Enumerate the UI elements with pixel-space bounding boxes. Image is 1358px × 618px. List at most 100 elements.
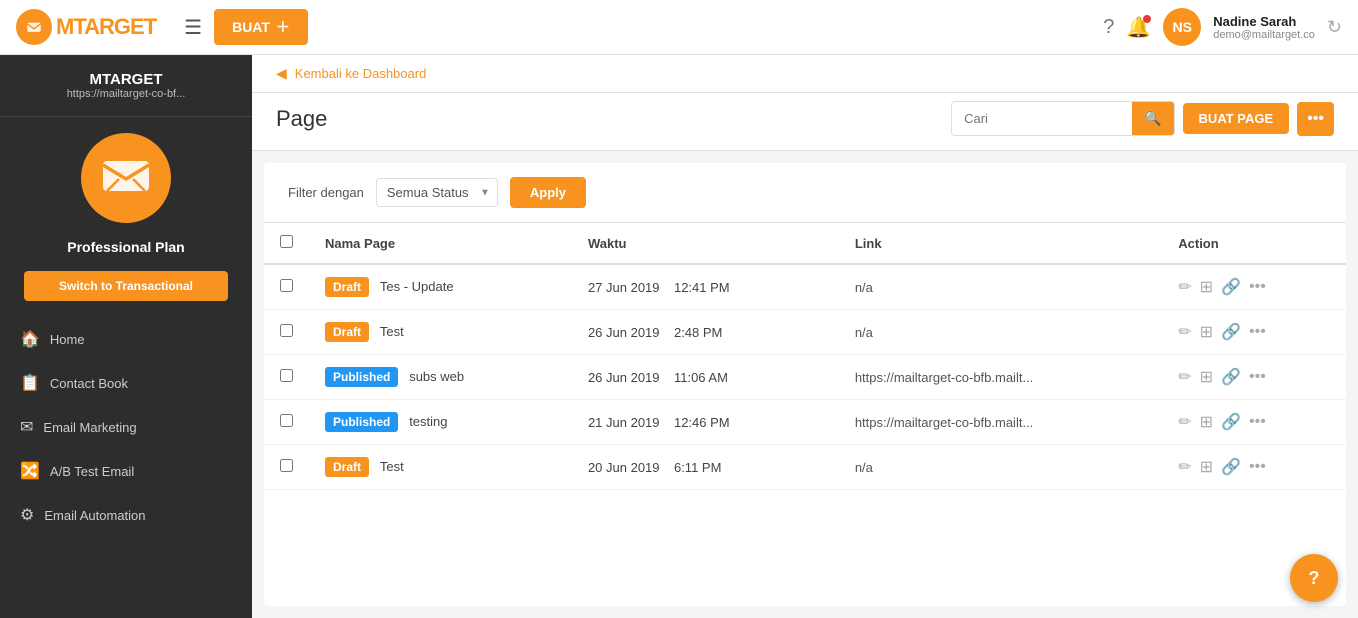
page-name: Test <box>380 324 404 339</box>
row-link: n/a <box>839 310 1162 355</box>
edit-icon[interactable]: ✏ <box>1178 322 1191 342</box>
sidebar-item-ab-test[interactable]: 🔀 A/B Test Email <box>0 449 252 493</box>
search-button[interactable]: 🔍 <box>1132 102 1173 135</box>
more-icon[interactable]: ••• <box>1249 458 1266 476</box>
col-waktu: Waktu <box>572 223 839 264</box>
main-content: ◀ Kembali ke Dashboard Page 🔍 BUAT PAGE … <box>252 55 1358 618</box>
avatar[interactable]: NS <box>1163 8 1201 46</box>
apply-button[interactable]: Apply <box>510 177 586 208</box>
row-action: ✏ ⊞ 🔗 ••• <box>1162 310 1346 355</box>
pages-table: Nama Page Waktu Link Action Draft Tes - … <box>264 223 1346 490</box>
row-name: Draft Tes - Update <box>309 264 572 310</box>
status-badge: Draft <box>325 457 369 477</box>
select-all-checkbox[interactable] <box>280 235 293 248</box>
status-badge: Draft <box>325 277 369 297</box>
table-row: Draft Test 20 Jun 2019 6:11 PM n/a ✏ ⊞ 🔗… <box>264 445 1346 490</box>
breadcrumb[interactable]: Kembali ke Dashboard <box>295 66 427 81</box>
sidebar-brand-name: MTARGET <box>16 71 236 88</box>
link-icon[interactable]: 🔗 <box>1221 322 1241 342</box>
more-icon[interactable]: ••• <box>1249 323 1266 341</box>
row-checkbox[interactable] <box>280 324 293 337</box>
link-icon[interactable]: 🔗 <box>1221 412 1241 432</box>
edit-icon[interactable]: ✏ <box>1178 412 1191 432</box>
add-icon[interactable]: ⊞ <box>1200 322 1213 342</box>
breadcrumb-bar: ◀ Kembali ke Dashboard <box>252 55 1358 93</box>
user-name: Nadine Sarah <box>1213 14 1315 29</box>
table-row: Published testing 21 Jun 2019 12:46 PM h… <box>264 400 1346 445</box>
table-row: Draft Tes - Update 27 Jun 2019 12:41 PM … <box>264 264 1346 310</box>
contact-book-icon: 📋 <box>20 373 40 393</box>
refresh-icon[interactable]: ↻ <box>1327 17 1342 38</box>
search-input[interactable] <box>952 104 1132 133</box>
page-name: Tes - Update <box>380 279 454 294</box>
filter-bar: Filter dengan Semua Status Draft Publish… <box>264 163 1346 223</box>
add-icon[interactable]: ⊞ <box>1200 457 1213 477</box>
page-name: subs web <box>409 369 464 384</box>
col-nama-page: Nama Page <box>309 223 572 264</box>
buat-page-button[interactable]: BUAT PAGE <box>1183 103 1290 134</box>
plus-icon: ＋ <box>276 17 290 37</box>
link-icon[interactable]: 🔗 <box>1221 367 1241 387</box>
row-waktu: 26 Jun 2019 2:48 PM <box>572 310 839 355</box>
hamburger-icon[interactable]: ☰ <box>184 15 202 40</box>
row-checkbox[interactable] <box>280 414 293 427</box>
row-waktu: 27 Jun 2019 12:41 PM <box>572 264 839 310</box>
sidebar-item-email-automation[interactable]: ⚙ Email Automation <box>0 493 252 537</box>
table-header-row: Nama Page Waktu Link Action <box>264 223 1346 264</box>
more-icon[interactable]: ••• <box>1249 413 1266 431</box>
row-waktu: 21 Jun 2019 12:46 PM <box>572 400 839 445</box>
more-icon[interactable]: ••• <box>1249 278 1266 296</box>
sidebar-item-email-marketing[interactable]: ✉ Email Marketing <box>0 405 252 449</box>
sidebar-plan: Professional Plan <box>0 231 252 263</box>
sidebar-item-label: Email Automation <box>44 508 145 523</box>
col-link: Link <box>839 223 1162 264</box>
help-button[interactable]: ? <box>1290 554 1338 602</box>
breadcrumb-icon: ◀ <box>276 65 287 82</box>
edit-icon[interactable]: ✏ <box>1178 277 1191 297</box>
row-link: https://mailtarget-co-bfb.mailt... <box>839 400 1162 445</box>
sidebar-item-label: Contact Book <box>50 376 128 391</box>
email-automation-icon: ⚙ <box>20 505 34 525</box>
col-action: Action <box>1162 223 1346 264</box>
row-checkbox[interactable] <box>280 459 293 472</box>
status-badge: Published <box>325 412 398 432</box>
link-icon[interactable]: 🔗 <box>1221 277 1241 297</box>
user-info: Nadine Sarah demo@mailtarget.co <box>1213 14 1315 41</box>
help-icon[interactable]: ? <box>1103 16 1114 39</box>
row-name: Draft Test <box>309 310 572 355</box>
sidebar: MTARGET https://mailtarget-co-bf... Prof… <box>0 55 252 618</box>
filter-select-wrap[interactable]: Semua Status Draft Published <box>376 178 498 207</box>
row-waktu: 26 Jun 2019 11:06 AM <box>572 355 839 400</box>
row-link: n/a <box>839 264 1162 310</box>
sidebar-item-home[interactable]: 🏠 Home <box>0 317 252 361</box>
filter-select[interactable]: Semua Status Draft Published <box>376 178 498 207</box>
add-icon[interactable]: ⊞ <box>1200 412 1213 432</box>
search-wrap: 🔍 <box>951 101 1174 136</box>
row-link: n/a <box>839 445 1162 490</box>
more-options-button[interactable]: ••• <box>1297 102 1334 136</box>
edit-icon[interactable]: ✏ <box>1178 457 1191 477</box>
sidebar-item-label: Home <box>50 332 85 347</box>
switch-transactional-button[interactable]: Switch to Transactional <box>24 271 228 301</box>
email-marketing-icon: ✉ <box>20 417 33 437</box>
row-action: ✏ ⊞ 🔗 ••• <box>1162 355 1346 400</box>
row-checkbox[interactable] <box>280 279 293 292</box>
edit-icon[interactable]: ✏ <box>1178 367 1191 387</box>
sidebar-brand: MTARGET https://mailtarget-co-bf... <box>0 55 252 117</box>
add-icon[interactable]: ⊞ <box>1200 277 1213 297</box>
more-icon[interactable]: ••• <box>1249 368 1266 386</box>
add-icon[interactable]: ⊞ <box>1200 367 1213 387</box>
table-wrap: Nama Page Waktu Link Action Draft Tes - … <box>264 223 1346 606</box>
logo-icon <box>16 9 52 45</box>
row-checkbox[interactable] <box>280 369 293 382</box>
status-badge: Published <box>325 367 398 387</box>
user-email: demo@mailtarget.co <box>1213 29 1315 41</box>
row-name: Draft Test <box>309 445 572 490</box>
sidebar-item-contact-book[interactable]: 📋 Contact Book <box>0 361 252 405</box>
notification-icon[interactable]: 🔔 <box>1126 15 1151 40</box>
link-icon[interactable]: 🔗 <box>1221 457 1241 477</box>
row-action: ✏ ⊞ 🔗 ••• <box>1162 264 1346 310</box>
topnav: MTARGET ☰ BUAT ＋ ? 🔔 NS Nadine Sarah dem… <box>0 0 1358 55</box>
buat-button[interactable]: BUAT ＋ <box>214 9 308 45</box>
title-actions: 🔍 BUAT PAGE ••• <box>951 101 1334 136</box>
